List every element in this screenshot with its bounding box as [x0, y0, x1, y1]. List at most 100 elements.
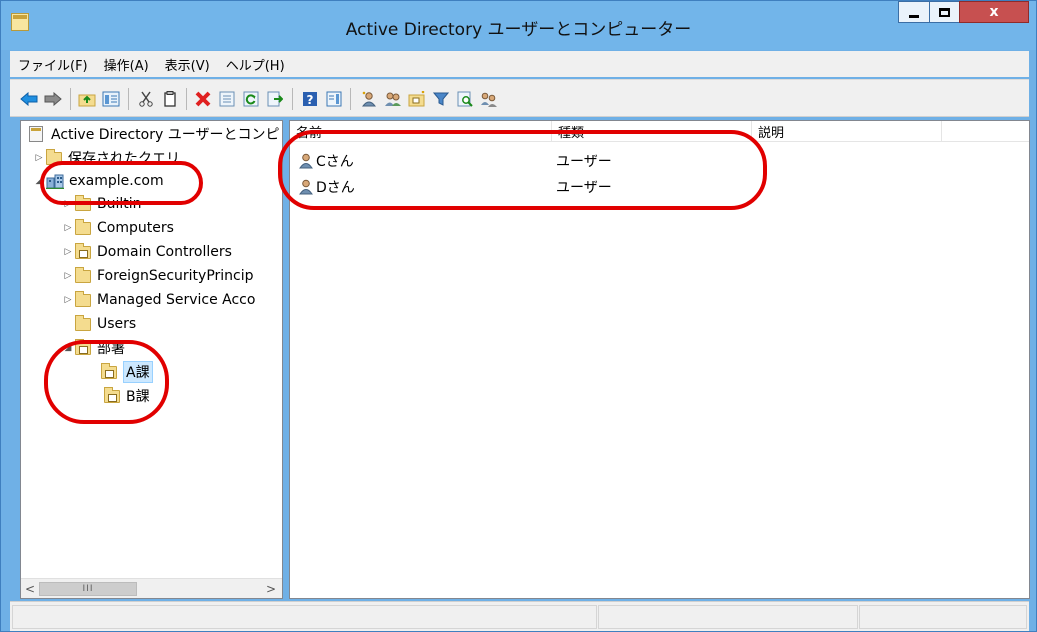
help-icon[interactable]: ? — [301, 90, 319, 108]
properties-icon[interactable] — [218, 90, 236, 108]
console-tree[interactable]: Active Directory ユーザーとコンピ ▷ 保存されたクエリ ◢ e… — [20, 120, 283, 599]
toolbar-separator — [70, 88, 71, 110]
toolbar-separator — [128, 88, 129, 110]
tree-item-section-b[interactable]: B課 — [104, 385, 150, 407]
cell-type: ユーザー — [556, 154, 612, 170]
new-user-icon[interactable] — [360, 90, 378, 108]
folder-icon — [75, 314, 91, 331]
expand-icon[interactable]: ▷ — [61, 245, 75, 259]
tree-item-label: Computers — [97, 220, 174, 236]
menu-bar: ファイル(F) 操作(A) 表示(V) ヘルプ(H) — [10, 51, 1029, 77]
expand-icon[interactable]: ▷ — [61, 293, 75, 307]
up-folder-icon[interactable] — [78, 90, 96, 108]
expand-icon[interactable]: ▷ — [61, 269, 75, 283]
tree-item-label: Domain Controllers — [97, 244, 232, 260]
filter-icon[interactable] — [432, 90, 450, 108]
folder-icon — [75, 218, 91, 235]
tree-item-label: Builtin — [97, 196, 142, 212]
scrollbar-thumb[interactable]: III — [39, 582, 137, 596]
minimize-button[interactable] — [898, 1, 930, 23]
expand-icon[interactable]: ▷ — [61, 197, 75, 211]
tree-root-label: Active Directory ユーザーとコンピ — [51, 127, 280, 143]
export-list-icon[interactable] — [266, 90, 284, 108]
window-title: Active Directory ユーザーとコンピューター — [345, 20, 692, 40]
column-header-type[interactable]: 種類 — [552, 121, 752, 142]
close-button[interactable]: x — [959, 1, 1029, 23]
ou-folder-icon — [101, 362, 117, 379]
show-action-pane-icon[interactable] — [325, 90, 343, 108]
tree-item-label: example.com — [69, 173, 164, 189]
list-item[interactable]: Dさん ユーザー — [290, 176, 1029, 198]
copy-icon[interactable] — [161, 90, 179, 108]
status-segment — [598, 605, 858, 629]
folder-icon — [46, 148, 62, 165]
tree-item-label: B課 — [126, 389, 150, 405]
ou-folder-icon — [75, 338, 91, 355]
tree-root[interactable]: Active Directory ユーザーとコンピ — [29, 123, 279, 145]
tree-item-label: 保存されたクエリ — [68, 151, 180, 167]
toolbar-separator — [186, 88, 187, 110]
collapse-icon[interactable]: ◢ — [61, 341, 75, 355]
refresh-icon[interactable] — [242, 90, 260, 108]
user-icon — [299, 179, 313, 195]
menu-help[interactable]: ヘルプ(H) — [218, 55, 293, 74]
menu-action[interactable]: 操作(A) — [96, 55, 157, 74]
scroll-left-icon[interactable]: < — [22, 581, 38, 597]
close-icon: x — [989, 4, 999, 20]
expand-icon[interactable]: ▷ — [61, 221, 75, 235]
cell-name: Dさん — [299, 176, 355, 198]
status-segment — [859, 605, 1027, 629]
toolbar-separator — [350, 88, 351, 110]
tree-item-saved-queries[interactable]: ▷ 保存されたクエリ — [32, 147, 180, 169]
folder-icon — [75, 266, 91, 283]
title-bar[interactable]: Active Directory ユーザーとコンピューター x — [1, 1, 1036, 50]
forward-arrow-icon[interactable] — [44, 90, 62, 108]
collapse-icon[interactable]: ◢ — [32, 174, 46, 188]
tree-item-domain[interactable]: ◢ example.com — [32, 170, 164, 192]
maximize-icon — [939, 7, 950, 17]
tree-item-domain-controllers[interactable]: ▷ Domain Controllers — [61, 241, 232, 263]
maximize-button[interactable] — [929, 1, 960, 23]
tree-item-users[interactable]: Users — [75, 313, 136, 335]
delete-icon[interactable] — [194, 90, 212, 108]
details-list[interactable]: 名前 種類 説明 Cさん ユーザー Dさん ユーザー — [289, 120, 1030, 599]
window-frame: Active Directory ユーザーとコンピューター x ファイル(F) … — [0, 0, 1037, 632]
column-header-name[interactable]: 名前 — [290, 121, 552, 142]
ou-folder-icon — [75, 242, 91, 259]
tree-item-department-ou[interactable]: ◢ 部署 — [61, 337, 125, 359]
snapin-icon — [29, 126, 43, 142]
folder-icon — [75, 290, 91, 307]
tree-item-builtin[interactable]: ▷ Builtin — [61, 193, 142, 215]
domain-icon — [46, 174, 64, 189]
status-segment — [12, 605, 597, 629]
ou-folder-icon — [104, 386, 120, 403]
tree-item-label: ForeignSecurityPrincip — [97, 268, 254, 284]
expand-icon[interactable]: ▷ — [32, 151, 46, 165]
menu-file[interactable]: ファイル(F) — [10, 55, 96, 74]
tree-item-label: Managed Service Acco — [97, 292, 256, 308]
tree-item-section-a[interactable]: A課 — [101, 361, 153, 383]
tree-item-managed-service-accounts[interactable]: ▷ Managed Service Acco — [61, 289, 255, 311]
toolbar-separator — [292, 88, 293, 110]
cut-icon[interactable] — [137, 90, 155, 108]
new-ou-icon[interactable] — [408, 90, 426, 108]
user-name: Cさん — [316, 154, 354, 170]
status-bar — [10, 601, 1029, 631]
find-icon[interactable] — [456, 90, 474, 108]
list-item[interactable]: Cさん ユーザー — [290, 150, 1029, 172]
back-arrow-icon[interactable] — [20, 90, 38, 108]
horizontal-scrollbar[interactable]: < III > — [21, 578, 282, 598]
column-header-description[interactable]: 説明 — [752, 121, 942, 142]
user-icon — [299, 153, 313, 169]
scroll-right-icon[interactable]: > — [263, 581, 279, 597]
folder-icon — [75, 194, 91, 211]
new-group-icon[interactable] — [384, 90, 402, 108]
menu-view[interactable]: 表示(V) — [157, 55, 218, 74]
add-to-group-icon[interactable] — [480, 90, 498, 108]
tree-item-label: 部署 — [97, 341, 125, 357]
user-name: Dさん — [316, 180, 355, 196]
show-hide-tree-icon[interactable] — [102, 90, 120, 108]
cell-name: Cさん — [299, 150, 354, 172]
tree-item-foreign-security-principals[interactable]: ▷ ForeignSecurityPrincip — [61, 265, 254, 287]
tree-item-computers[interactable]: ▷ Computers — [61, 217, 174, 239]
